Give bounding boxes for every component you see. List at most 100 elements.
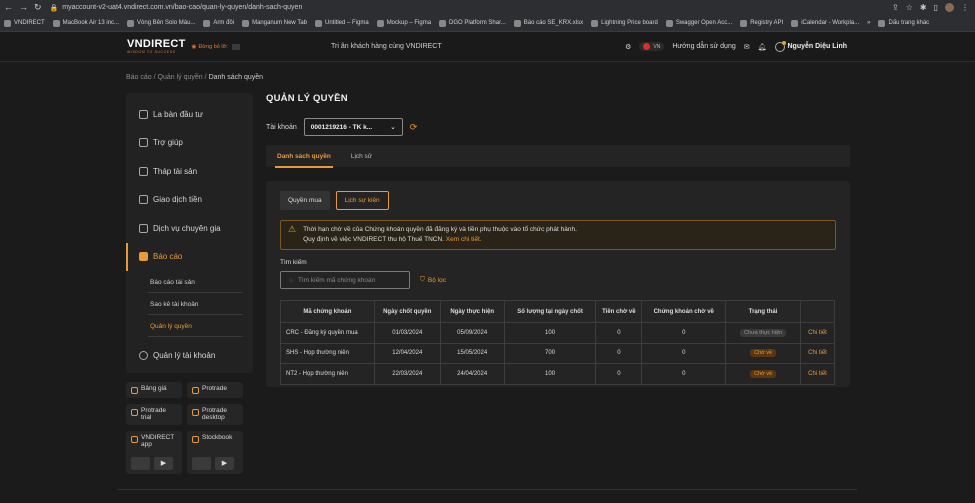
bookmarks-more[interactable]: » — [867, 20, 870, 26]
promo-text[interactable]: Tri ân khách hàng cùng VNDIRECT — [331, 43, 442, 50]
cell-status: Chưa thực hiện — [725, 322, 802, 344]
rights-panel: Quyền mua Lịch sự kiện ⚠ Thời hạn chờ về… — [266, 181, 850, 387]
see-details-link[interactable]: Xem chi tiết. — [446, 236, 482, 243]
bookmark[interactable]: Swagger Open Acc... — [665, 19, 732, 27]
profile-avatar[interactable] — [945, 3, 954, 12]
cell-code: SHS - Họp thường niên — [280, 342, 375, 364]
account-select[interactable]: 0001219216 - TK k... ⌄ — [303, 118, 403, 136]
status-badge: Chờ về — [750, 349, 777, 358]
sidebar-item-reports[interactable]: Báo cáo — [126, 242, 253, 271]
reload-icon[interactable]: ↻ — [34, 3, 42, 12]
address-bar[interactable]: 🔒 myaccount-v2-uat4.vndirect.com.vn/bao-… — [50, 4, 870, 12]
bookmark-icon — [513, 19, 521, 27]
cell-qty: 100 — [503, 322, 597, 344]
mail-icon[interactable]: ✉ — [744, 43, 750, 51]
language-switch[interactable]: VN — [639, 42, 665, 51]
gear-icon[interactable]: ⚙ — [625, 43, 631, 51]
cell-stock: 0 — [641, 342, 727, 364]
bookmark-folder[interactable]: Dấu trang khác — [878, 19, 929, 27]
bell-icon[interactable]: 🔔︎ — [758, 43, 767, 51]
bookmark[interactable]: VNDIRECT — [4, 19, 45, 27]
sidebar-item-help[interactable]: Trợ giúp — [126, 129, 253, 158]
sidebar-item-cash-transactions[interactable]: Giao dịch tiền — [126, 186, 253, 215]
bookmark[interactable]: Lightning Price board — [591, 19, 658, 27]
bookmark[interactable]: DGO Platform Shar... — [439, 19, 506, 27]
sidebar-sub-account-statement[interactable]: Sao kê tài khoản — [126, 293, 253, 315]
filter-icon: ⛉ — [420, 276, 425, 283]
event-calendar-button[interactable]: Lịch sự kiện — [335, 191, 389, 210]
tower-icon — [139, 166, 148, 176]
sidebar-item-account-management[interactable]: Quản lý tài khoản — [126, 341, 253, 370]
play-store-icon[interactable]: ▶ — [154, 457, 173, 470]
bookmark[interactable]: Mockup – Figma — [376, 19, 431, 27]
purchase-rights-button[interactable]: Quyền mua — [280, 191, 330, 210]
user-menu[interactable]: Nguyễn Diệu Linh — [774, 40, 847, 52]
sidebar-sub-asset-report[interactable]: Báo cáo tài sản — [126, 271, 253, 293]
bookmark-icon — [591, 19, 599, 27]
sidepanel-icon[interactable]: ▯ — [934, 3, 938, 12]
extensions-icon[interactable]: ✱ — [920, 3, 927, 12]
bookmark[interactable]: Untitled – Figma — [315, 19, 369, 27]
apple-icon[interactable] — [131, 457, 150, 470]
col-header: Tiền chờ về — [595, 300, 643, 323]
sidebar-item-asset-tower[interactable]: Tháp tài sản — [126, 157, 253, 186]
account-row: Tài khoản 0001219216 - TK k... ⌄ ⟳ — [266, 118, 850, 136]
chevron-down-icon: ⌄ — [390, 124, 396, 131]
external-link-icon — [131, 387, 138, 394]
sidebar-item-compass[interactable]: La bàn đầu tư — [126, 100, 253, 129]
bookmark[interactable]: Registry API — [740, 19, 783, 27]
back-icon[interactable]: ← — [4, 3, 13, 12]
share-icon[interactable]: ⇪ — [892, 3, 899, 12]
cell-code: NT2 - Họp thường niên — [280, 363, 375, 385]
vndirect-logo[interactable]: VNDIRECT WISDOM TO SUCCESS — [127, 38, 186, 55]
report-icon — [139, 252, 148, 262]
bookmark[interactable]: Manganum New Tab — [242, 19, 307, 27]
breadcrumb-item[interactable]: Quản lý quyền — [158, 74, 203, 81]
app-protrade-trial[interactable]: Protrade trial — [126, 404, 182, 425]
user-icon — [774, 40, 786, 52]
dont-miss-ticker[interactable]: ◉ Đừng bỏ lỡ: — [192, 43, 240, 50]
cell-action: Chi tiết — [800, 342, 835, 364]
cell-status: Chờ về — [725, 363, 802, 385]
app-protrade-desktop[interactable]: Protrade desktop — [187, 404, 243, 425]
breadcrumb-item[interactable]: Báo cáo — [126, 74, 152, 81]
dashboard-icon — [139, 109, 148, 119]
cell-exec-date: 15/05/2024 — [439, 342, 505, 364]
rights-table: Mã chứng khoán Ngày chốt quyền Ngày thực… — [280, 300, 835, 385]
detail-link[interactable]: Chi tiết — [808, 371, 827, 377]
bookmark[interactable]: iCalendar - Workpla... — [791, 19, 859, 27]
col-header: Mã chứng khoán — [280, 300, 375, 323]
sidebar-item-expert-service[interactable]: Dịch vụ chuyên gia — [126, 214, 253, 243]
apple-icon[interactable] — [192, 457, 211, 470]
search-input[interactable]: ○ Tìm kiếm mã chứng khoán — [280, 271, 410, 289]
guide-link[interactable]: Hướng dẫn sử dụng — [672, 43, 735, 50]
account-label: Tài khoản — [266, 123, 297, 131]
app-protrade[interactable]: Protrade — [187, 382, 243, 398]
app-shortcuts: Bảng giá Protrade Protrade trial Protrade… — [126, 382, 253, 480]
bookmark[interactable]: Arm đôi — [203, 19, 234, 27]
bookmark-icon — [4, 19, 11, 27]
app-price-board[interactable]: Bảng giá — [126, 382, 182, 398]
bookmark-icon — [740, 19, 748, 27]
bookmark[interactable]: Báo cáo SE_KRX.xlsx — [513, 19, 583, 27]
tab-rights-list[interactable]: Danh sách quyền — [275, 153, 333, 168]
refresh-icon[interactable]: ⟳ — [410, 122, 418, 133]
money-icon — [139, 195, 148, 205]
search-icon: ○ — [289, 276, 293, 284]
play-store-icon[interactable]: ▶ — [215, 457, 234, 470]
detail-link[interactable]: Chi tiết — [808, 330, 827, 336]
filter-button[interactable]: ⛉ Bộ lọc — [420, 276, 446, 284]
bookmark-icon — [439, 19, 447, 27]
star-icon[interactable]: ☆ — [906, 3, 913, 12]
bookmark[interactable]: Vòng Bên Solo Màu... — [127, 19, 195, 27]
folder-icon — [878, 19, 886, 27]
tab-history[interactable]: Lịch sử — [351, 153, 372, 160]
flag-icon — [643, 43, 651, 50]
menu-icon[interactable]: ⋮ — [961, 3, 969, 12]
bookmark-icon — [242, 19, 250, 27]
cell-record-date: 01/03/2024 — [373, 322, 441, 344]
bookmark[interactable]: MacBook Air 13 inc... — [52, 19, 119, 27]
detail-link[interactable]: Chi tiết — [808, 350, 827, 356]
forward-icon[interactable]: → — [19, 3, 28, 12]
sidebar-sub-rights-management[interactable]: Quản lý quyền — [126, 315, 253, 337]
